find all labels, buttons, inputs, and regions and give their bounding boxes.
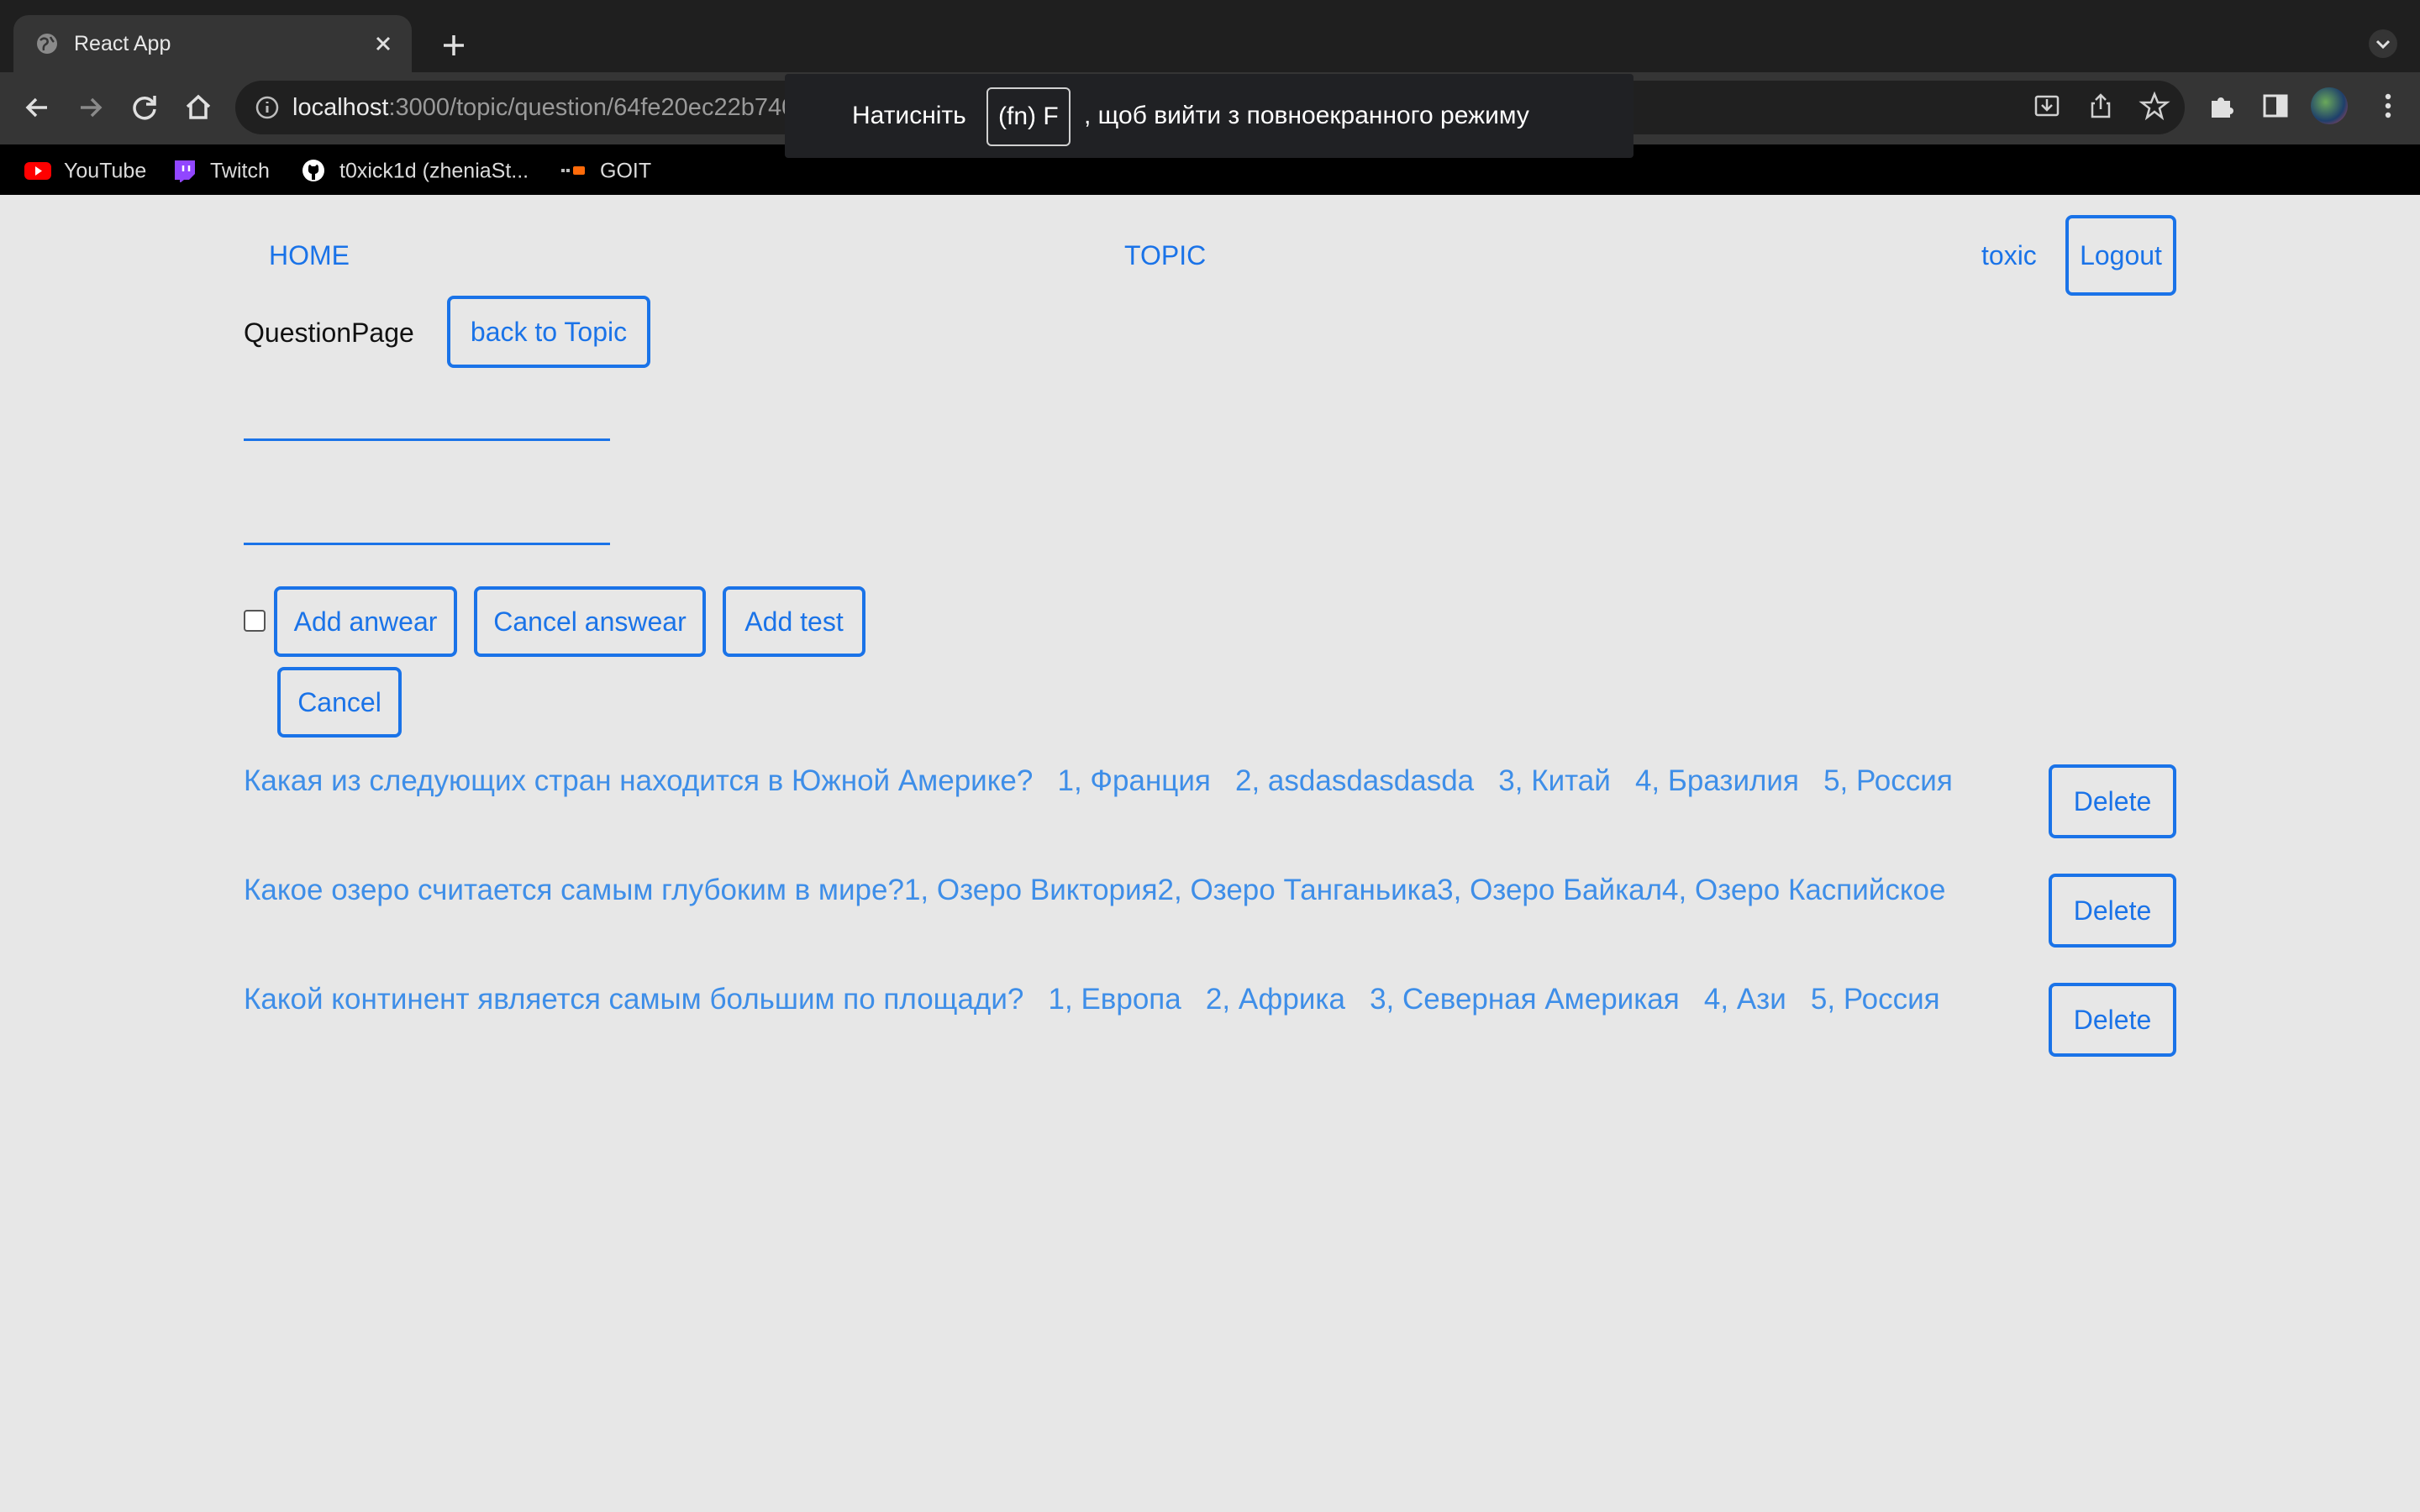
forward-arrow-icon[interactable] [72, 89, 109, 126]
bookmark-label: YouTube [64, 159, 147, 183]
reload-icon[interactable] [126, 89, 163, 126]
fullscreen-exit-toast: Натисніть (fn) F , щоб вийти з повноекра… [785, 74, 1634, 158]
new-tab-plus-icon[interactable] [437, 29, 471, 62]
toast-text-before: Натисніть [852, 102, 966, 129]
bookmark-label: GOIT [600, 159, 652, 183]
tab-title: React App [74, 32, 171, 55]
github-icon [302, 160, 324, 182]
toast-key-hint: (fn) F [986, 87, 1071, 146]
bookmark-label: t0xick1d (zheniaSt... [339, 159, 529, 183]
browser-tab-strip: React App [0, 0, 2420, 72]
globe-icon [37, 34, 57, 54]
page-title: QuestionPage [244, 318, 414, 348]
bookmark-goit[interactable]: GOIT [560, 156, 651, 183]
cancel-answer-button[interactable]: Cancel answear [474, 586, 706, 657]
nav-username-link[interactable]: toxic [1981, 240, 2037, 271]
home-icon[interactable] [180, 89, 217, 126]
add-answer-button[interactable]: Add anwear [274, 586, 457, 657]
browser-tab[interactable]: React App [13, 15, 412, 72]
question-item-text[interactable]: Какой континент является самым большим п… [244, 983, 1940, 1016]
delete-question-button[interactable]: Delete [2049, 983, 2176, 1057]
bookmark-youtube[interactable]: YouTube [24, 156, 146, 183]
cancel-button[interactable]: Cancel [277, 667, 402, 738]
question-input[interactable] [244, 405, 610, 441]
nav-topic-link[interactable]: TOPIC [1124, 240, 1206, 271]
add-test-button[interactable]: Add test [723, 586, 865, 657]
nav-home-link[interactable]: HOME [269, 240, 350, 271]
extensions-puzzle-icon[interactable] [2205, 89, 2238, 123]
delete-question-button[interactable]: Delete [2049, 764, 2176, 838]
youtube-icon [24, 162, 51, 181]
bookmark-label: Twitch [210, 159, 270, 183]
url-host: localhost [292, 94, 389, 121]
side-panel-icon[interactable] [2259, 89, 2292, 123]
install-app-icon[interactable] [2030, 89, 2064, 123]
more-vert-icon[interactable] [2371, 89, 2405, 123]
logout-button[interactable]: Logout [2065, 215, 2176, 296]
twitch-icon [175, 160, 195, 183]
chevron-down-icon[interactable] [2368, 29, 2398, 59]
back-to-topic-button[interactable]: back to Topic [447, 296, 650, 368]
toast-text-after: , щоб вийти з повноекранного режиму [1084, 102, 1529, 129]
info-icon[interactable] [254, 94, 281, 121]
bookmark-twitch[interactable]: Twitch [170, 156, 270, 183]
question-item-text[interactable]: Какое озеро считается самым глубоким в м… [244, 874, 1946, 907]
answer-input[interactable] [244, 509, 610, 545]
back-arrow-icon[interactable] [18, 89, 55, 126]
share-icon[interactable] [2084, 89, 2118, 123]
bookmark-star-icon[interactable] [2138, 89, 2171, 123]
profile-avatar[interactable] [2311, 87, 2348, 124]
delete-question-button[interactable]: Delete [2049, 874, 2176, 948]
question-item-text[interactable]: Какая из следующих стран находится в Южн… [244, 764, 1953, 798]
close-icon[interactable] [370, 30, 397, 57]
bookmark-github[interactable]: t0xick1d (zheniaSt... [299, 156, 529, 183]
correct-answer-checkbox[interactable] [244, 610, 266, 632]
goit-icon [561, 166, 585, 176]
